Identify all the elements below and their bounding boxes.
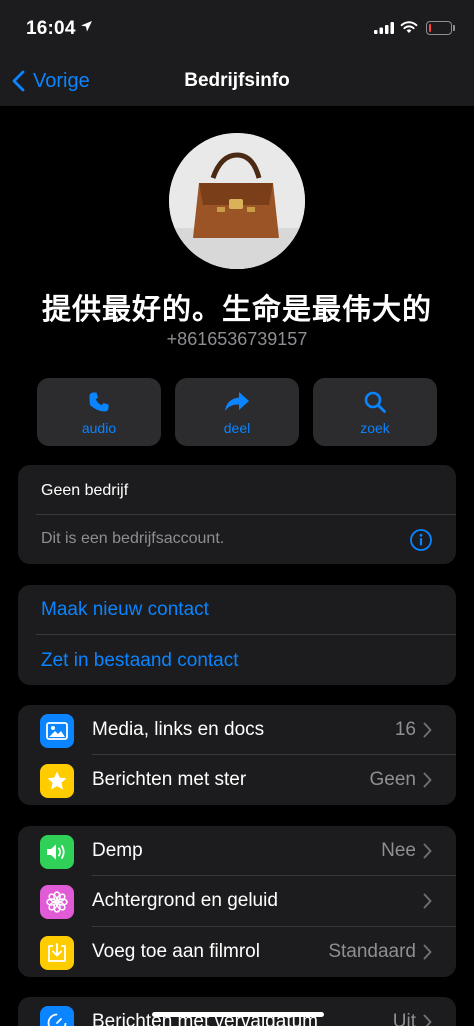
mute-value: Nee	[381, 840, 416, 861]
phone-icon	[89, 392, 109, 412]
audio-label: audio	[81, 420, 117, 436]
handbag-photo	[169, 133, 305, 269]
battery-nub	[453, 25, 455, 31]
photo-icon	[40, 714, 74, 748]
disappearing-value: Uit	[392, 1011, 416, 1026]
share-button[interactable]: deel	[175, 378, 299, 446]
starred-label: Berichten met ster	[92, 769, 247, 790]
chevron-right-icon	[423, 944, 432, 960]
flower-icon	[40, 885, 74, 919]
business-account-note: Dit is een bedrijfsaccount.	[41, 530, 225, 547]
timer-icon	[40, 1006, 74, 1026]
settings-card: Demp Nee Achtergrond en geluid Voeg toe …	[18, 826, 456, 977]
status-bar: 16:04	[0, 0, 474, 56]
chevron-right-icon	[423, 722, 432, 738]
chevron-right-icon	[423, 1014, 432, 1026]
media-card: Media, links en docs 16 Berichten met st…	[18, 705, 456, 805]
camera-roll-label: Voeg toe aan filmrol	[92, 941, 260, 962]
wallpaper-sound-row[interactable]: Achtergrond en geluid	[18, 876, 456, 926]
business-category: Geen bedrijf	[41, 482, 129, 499]
battery-icon	[426, 21, 452, 35]
search-label: zoek	[360, 420, 390, 436]
media-label: Media, links en docs	[92, 719, 265, 740]
speaker-icon	[40, 835, 74, 869]
page-title: Bedrijfsinfo	[184, 70, 290, 91]
mute-row[interactable]: Demp Nee	[18, 826, 456, 876]
audio-call-button[interactable]: audio	[37, 378, 161, 446]
media-count: 16	[394, 719, 416, 740]
chevron-right-icon	[423, 843, 432, 859]
save-to-camera-roll-row[interactable]: Voeg toe aan filmrol Standaard	[18, 927, 456, 977]
share-icon	[225, 392, 249, 411]
star-icon	[40, 764, 74, 798]
info-icon[interactable]	[409, 528, 433, 552]
search-icon	[364, 391, 386, 413]
chevron-right-icon	[423, 772, 432, 788]
navigation-bar: Vorige Bedrijfsinfo	[0, 56, 474, 106]
home-indicator	[152, 1012, 324, 1017]
chevron-right-icon	[423, 893, 432, 909]
starred-value: Geen	[369, 769, 416, 790]
search-button[interactable]: zoek	[313, 378, 437, 446]
cellular-signal-icon	[374, 22, 394, 34]
contact-card: Maak nieuw contact Zet in bestaand conta…	[18, 585, 456, 685]
divider	[36, 634, 456, 635]
status-time: 16:04	[26, 18, 76, 39]
business-name: 提供最好的。生命是最伟大的	[41, 294, 432, 326]
add-to-existing-contact-link[interactable]: Zet in bestaand contact	[41, 650, 239, 672]
business-info-card: Geen bedrijf Dit is een bedrijfsaccount.	[18, 465, 456, 564]
starred-messages-row[interactable]: Berichten met ster Geen	[18, 755, 456, 805]
share-label: deel	[223, 420, 251, 436]
mute-label: Demp	[92, 840, 143, 861]
phone-number[interactable]: +8616536739157	[0, 329, 474, 350]
download-icon	[40, 936, 74, 970]
wifi-icon	[400, 21, 418, 33]
camera-roll-value: Standaard	[328, 941, 416, 962]
avatar[interactable]	[169, 133, 305, 269]
create-new-contact-link[interactable]: Maak nieuw contact	[41, 599, 209, 621]
location-arrow-icon	[81, 21, 92, 32]
media-links-docs-row[interactable]: Media, links en docs 16	[18, 705, 456, 755]
wallpaper-label: Achtergrond en geluid	[92, 890, 278, 911]
divider	[36, 514, 456, 515]
